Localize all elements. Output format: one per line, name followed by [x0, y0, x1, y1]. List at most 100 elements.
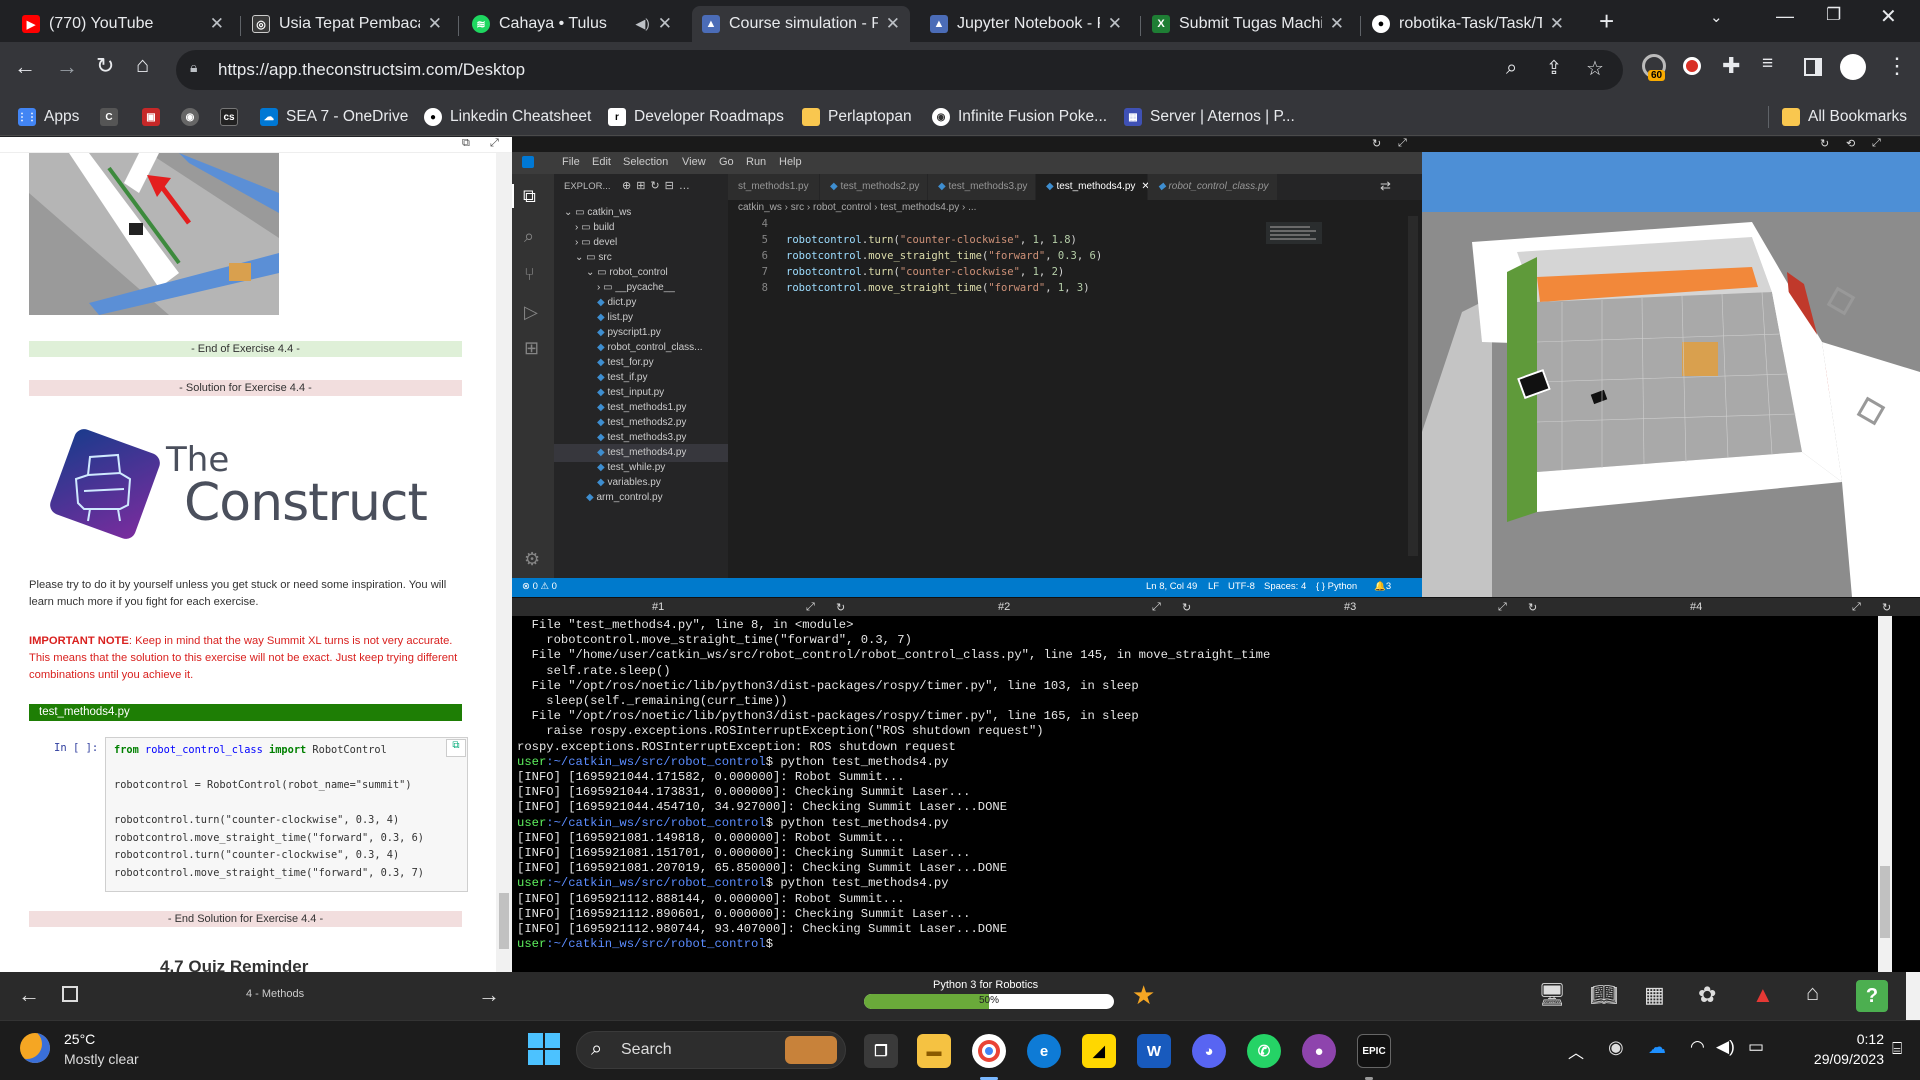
- cursor-position[interactable]: Ln 8, Col 49: [1146, 581, 1197, 592]
- expand-icon[interactable]: ⤢: [1872, 137, 1881, 150]
- terminal-scrollbar[interactable]: [1878, 616, 1892, 972]
- record-icon[interactable]: [1683, 57, 1701, 75]
- menu-help[interactable]: Help: [779, 156, 802, 168]
- menu-go[interactable]: Go: [719, 156, 734, 168]
- tab-course-simulation[interactable]: ▲ Course simulation - P ✕: [692, 6, 910, 42]
- editor-scrollbar[interactable]: [1408, 216, 1418, 556]
- menu-icon[interactable]: ⋮: [1886, 53, 1908, 79]
- split-editor-icon[interactable]: ⇄: [1380, 178, 1391, 194]
- bookmark-all[interactable]: All Bookmarks: [1782, 98, 1907, 136]
- close-icon[interactable]: ✕: [1330, 14, 1344, 34]
- help-button[interactable]: ?: [1856, 980, 1888, 1012]
- window-close-icon[interactable]: ✕: [1880, 4, 1897, 29]
- home-icon[interactable]: ⌂: [136, 52, 149, 78]
- new-tab-button[interactable]: +: [1599, 6, 1614, 37]
- zoom-icon[interactable]: ⌕: [1506, 57, 1517, 80]
- menu-edit[interactable]: Edit: [592, 156, 611, 168]
- forward-icon[interactable]: →: [56, 54, 78, 80]
- panel-restore-icon[interactable]: ⧉: [462, 137, 470, 150]
- warning-icon[interactable]: ▲: [1752, 982, 1774, 1008]
- bookmark-roadmaps[interactable]: r Developer Roadmaps: [608, 98, 784, 136]
- menu-selection[interactable]: Selection: [623, 156, 668, 168]
- panel-expand-icon[interactable]: ⤢: [490, 137, 499, 150]
- bookmark-icon-1[interactable]: C: [100, 98, 126, 136]
- grid-icon[interactable]: ▦: [1644, 982, 1665, 1008]
- minimap[interactable]: [1266, 222, 1322, 244]
- refresh-icon[interactable]: ↻: [1820, 137, 1829, 150]
- refresh-icon[interactable]: ↻: [1528, 601, 1537, 614]
- reset-icon[interactable]: ⟲: [1846, 137, 1855, 150]
- puzzle-icon[interactable]: ✚: [1722, 53, 1740, 79]
- explorer-actions[interactable]: ⊕⊞↻⊟…: [622, 179, 695, 192]
- notebook-scrollbar[interactable]: [496, 153, 512, 972]
- sticky-notes-icon[interactable]: ◢: [1082, 1034, 1116, 1068]
- indentation[interactable]: Spaces: 4: [1264, 581, 1306, 592]
- language-mode[interactable]: { } Python: [1316, 581, 1357, 592]
- refresh-icon[interactable]: ↻: [1372, 137, 1381, 150]
- prev-unit-icon[interactable]: ←: [18, 982, 40, 1008]
- star-icon[interactable]: ★: [1132, 980, 1155, 1011]
- book-icon[interactable]: 📖︎: [1590, 982, 1618, 1008]
- refresh-icon[interactable]: ↻: [1182, 601, 1191, 614]
- files-icon[interactable]: ⧉: [523, 186, 536, 207]
- chrome-icon[interactable]: [972, 1034, 1006, 1068]
- next-unit-icon[interactable]: →: [478, 982, 500, 1008]
- media-icon[interactable]: ≡: [1762, 53, 1773, 75]
- desktop-icon[interactable]: 🖥︎: [1538, 982, 1566, 1008]
- start-icon[interactable]: [528, 1033, 560, 1065]
- eol[interactable]: LF: [1208, 581, 1219, 592]
- refresh-icon[interactable]: ↻: [836, 601, 845, 614]
- minimize-icon[interactable]: —: [1776, 6, 1794, 27]
- gazebo-simulation-view[interactable]: [1422, 152, 1920, 597]
- close-icon[interactable]: ✕: [428, 14, 442, 34]
- tab-usia[interactable]: ◎ Usia Tepat Pembaca R ✕: [242, 6, 452, 42]
- back-icon[interactable]: ←: [14, 54, 36, 80]
- problems-count[interactable]: ⊗ 0 ⚠ 0: [522, 581, 557, 592]
- tab-github[interactable]: ● robotika-Task/Task/Ta ✕: [1362, 6, 1574, 42]
- terminal-output[interactable]: File "test_methods4.py", line 8, in <mod…: [512, 616, 1920, 972]
- close-icon[interactable]: ✕: [210, 14, 224, 34]
- bookmark-icon-4[interactable]: cs: [220, 98, 246, 136]
- share-icon[interactable]: ⇪: [1546, 57, 1562, 80]
- notifications[interactable]: 🔔3: [1374, 581, 1391, 592]
- bookmark-perlaptopan[interactable]: Perlaptopan: [802, 98, 912, 136]
- battery-icon[interactable]: ▭: [1748, 1037, 1764, 1057]
- encoding[interactable]: UTF-8: [1228, 581, 1255, 592]
- close-icon[interactable]: ✕: [1550, 14, 1564, 34]
- edge-icon[interactable]: e: [1027, 1034, 1061, 1068]
- notebook-toggle-icon[interactable]: [62, 986, 78, 1002]
- bookmark-apps[interactable]: ⋮⋮ Apps: [17, 98, 79, 136]
- bookmark-icon-2[interactable]: ▣: [142, 98, 168, 136]
- expand-icon[interactable]: ⤢: [1398, 137, 1407, 150]
- settings-gear-icon[interactable]: ⚙: [524, 549, 540, 570]
- clock-time[interactable]: 0:12: [1820, 1031, 1884, 1047]
- code-editor[interactable]: st_methods1.py ◆ test_methods2.py ◆ test…: [728, 174, 1422, 578]
- ai-icon[interactable]: ✿: [1698, 982, 1716, 1008]
- refresh-icon[interactable]: ↻: [1882, 601, 1891, 614]
- task-view-icon[interactable]: ❐: [864, 1034, 898, 1068]
- whatsapp-icon[interactable]: ✆: [1247, 1034, 1281, 1068]
- bookmark-onedrive[interactable]: ☁ SEA 7 - OneDrive: [260, 98, 408, 136]
- tab-search-icon[interactable]: ⌄: [1710, 8, 1723, 26]
- bookmark-linkedin[interactable]: ● Linkedin Cheatsheet: [424, 98, 591, 136]
- file-explorer-icon[interactable]: ▬: [917, 1034, 951, 1068]
- bookmark-infinite-fusion[interactable]: ◉ Infinite Fusion Poke...: [932, 98, 1107, 136]
- tab-youtube[interactable]: ▶ (770) YouTube ✕: [12, 6, 234, 42]
- search-icon[interactable]: ⌕: [524, 226, 534, 247]
- volume-icon[interactable]: ◀): [1716, 1037, 1735, 1057]
- run-debug-icon[interactable]: ▷: [524, 302, 538, 323]
- terminal-tab-4[interactable]: #4: [1690, 601, 1702, 613]
- epic-games-icon[interactable]: EPIC: [1357, 1034, 1391, 1068]
- expand-icon[interactable]: ⤢: [1852, 601, 1861, 614]
- tab-submit-tugas[interactable]: X Submit Tugas Machin ✕: [1142, 6, 1354, 42]
- bookmark-icon-3[interactable]: ◉: [181, 98, 207, 136]
- speaker-icon[interactable]: ◀): [635, 16, 649, 32]
- terminal-tab-2[interactable]: #2: [998, 601, 1010, 613]
- wifi-icon[interactable]: ◠: [1690, 1037, 1705, 1057]
- menu-run[interactable]: Run: [746, 156, 766, 168]
- close-icon[interactable]: ✕: [658, 14, 672, 34]
- github-desktop-icon[interactable]: ●: [1302, 1034, 1336, 1068]
- notification-icon[interactable]: ⌸: [1892, 1039, 1902, 1059]
- weather-icon[interactable]: [20, 1033, 50, 1063]
- menu-file[interactable]: File: [562, 156, 580, 168]
